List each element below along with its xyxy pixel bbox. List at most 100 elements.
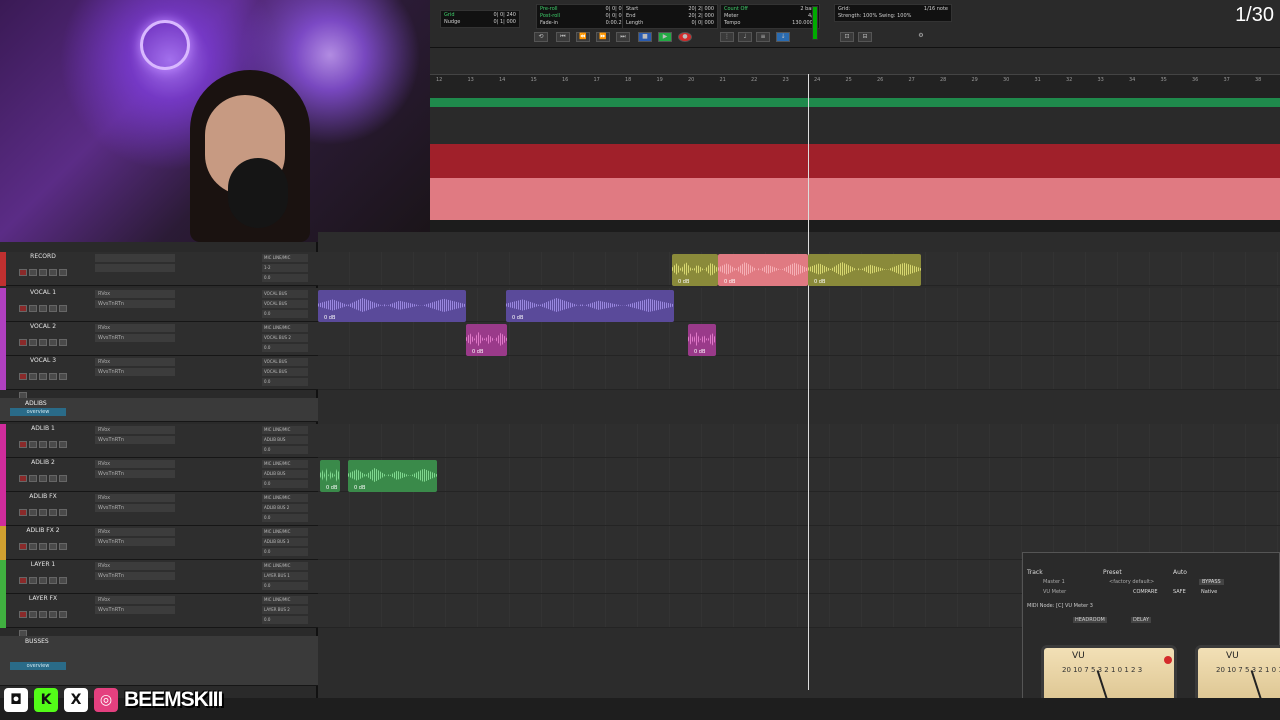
track-buttons[interactable] [18,536,76,569]
output-selector[interactable]: VOCAL BUS [262,368,308,376]
track-buttons[interactable] [18,604,76,637]
io-section[interactable]: MIC LINE/MIC ADLIB BUS 0.0 [262,426,308,454]
track-lane[interactable] [318,356,1280,390]
volume-value[interactable]: 0.0 [262,310,308,318]
audio-clip[interactable]: 0 dB [506,290,674,322]
insert-slot[interactable]: RVox [95,290,175,298]
playlist-button[interactable] [59,509,67,516]
input-monitor-button[interactable] [29,339,37,346]
track-name[interactable]: LAYER FX [18,595,68,602]
insert-slot[interactable]: RVox [95,460,175,468]
volume-value[interactable]: 0.0 [262,378,308,386]
headroom-field[interactable]: HEADROOM [1073,617,1107,623]
insert-slot[interactable]: WvsTnRTn [95,436,175,444]
audio-clip[interactable]: 0 dB [348,460,437,492]
input-monitor-button[interactable] [29,269,37,276]
volume-value[interactable]: 0.0 [262,344,308,352]
record-arm-button[interactable] [19,339,27,346]
input-selector[interactable]: MIC LINE/MIC [262,562,308,570]
mute-button[interactable] [49,475,57,482]
inserts[interactable]: RVox WvsTnRTn [95,562,175,590]
track-header[interactable]: LAYER 1 RVox WvsTnRTn MIC LINE/MIC LAYER BUS… [0,560,318,603]
mute-button[interactable] [49,543,57,550]
io-section[interactable]: MIC LINE/MIC ADLIB BUS 3 0.0 [262,528,308,556]
volume-value[interactable]: 0.0 [262,274,308,282]
grid-settings-box[interactable]: Grid: 1/16 note Strength: 100% Swing: 10… [834,4,952,22]
selection-box[interactable]: Start 20| 2| 000 End 20| 2| 000 Length 0… [622,4,718,29]
click-icon[interactable]: ♩ [738,32,752,42]
solo-button[interactable] [39,373,47,380]
record-arm-button[interactable] [19,441,27,448]
io-section[interactable]: MIC LINE/MIC ADLIB BUS 2 0.0 [262,494,308,522]
track-buttons[interactable] [18,468,76,501]
insert-slot[interactable]: WvsTnRTn [95,504,175,512]
rewind-icon[interactable]: ⏪ [576,32,590,42]
playlist-button[interactable] [59,339,67,346]
track-name[interactable]: VOCAL 3 [18,357,68,364]
inserts[interactable]: RVox WvsTnRTn [95,494,175,522]
track-buttons[interactable] [18,332,76,365]
record-arm-button[interactable] [19,305,27,312]
input-monitor-button[interactable] [29,475,37,482]
insert-slot[interactable]: WvsTnRTn [95,606,175,614]
audio-clip[interactable]: 0 dB [808,254,921,286]
record-arm-button[interactable] [19,577,27,584]
mute-button[interactable] [49,577,57,584]
record-arm-button[interactable] [19,475,27,482]
track-header[interactable]: ADLIB FX 2 RVox WvsTnRTn MIC LINE/MIC ADLIB … [0,526,318,569]
track-header[interactable]: VOCAL 1 RVox WvsTnRTn VOCAL BUS VOCAL BUS 0.0 [0,288,318,331]
track-buttons[interactable] [18,298,76,331]
playlist-button[interactable] [59,611,67,618]
input-selector[interactable]: MIC LINE/MIC [262,426,308,434]
insert-slot[interactable]: RVox [95,528,175,536]
folder-busses[interactable]: BUSSES overview [0,636,318,686]
folder-overview[interactable]: overview [10,662,66,670]
playhead[interactable] [808,74,809,690]
io-section[interactable]: MIC LINE/MIC LAYER BUS 1 0.0 [262,562,308,590]
zoom-toggle-icon[interactable]: ⊡ [840,32,854,42]
track-lane[interactable] [318,458,1280,492]
playlist-button[interactable] [59,475,67,482]
track-name[interactable]: ADLIB FX 2 [18,527,68,534]
track-buttons[interactable] [18,502,76,535]
playlist-button[interactable] [59,269,67,276]
compare-button[interactable]: COMPARE [1133,589,1158,595]
insert-slot[interactable]: WvsTnRTn [95,470,175,478]
insert-slot[interactable]: WvsTnRTn [95,572,175,580]
input-selector[interactable]: MIC LINE/MIC [262,528,308,536]
input-selector[interactable]: MIC LINE/MIC [262,596,308,604]
track-header[interactable]: ADLIB 1 RVox WvsTnRTn MIC LINE/MIC ADLIB BUS… [0,424,318,467]
record-arm-button[interactable] [19,611,27,618]
audio-clip[interactable]: 0 dB [318,290,466,322]
track-buttons[interactable] [18,570,76,603]
plugin-name[interactable]: VU Meter [1043,589,1066,595]
playlist-button[interactable] [59,543,67,550]
insert-slot[interactable] [95,254,175,262]
solo-button[interactable] [39,509,47,516]
playlist-button[interactable] [59,305,67,312]
folder-overview[interactable]: overview [10,408,66,416]
input-selector[interactable]: MIC LINE/MIC [262,460,308,468]
insert-slot[interactable]: RVox [95,494,175,502]
track-lane[interactable] [318,322,1280,356]
insert-slot[interactable]: WvsTnRTn [95,300,175,308]
mute-button[interactable] [49,611,57,618]
bars-ruler[interactable]: 12 13 14 15 16 17 18 19 20 21 22 23 24 25 26 27 28 29 30 31… [430,74,1280,98]
insert-slot[interactable]: RVox [95,324,175,332]
delay-field[interactable]: DELAY [1131,617,1151,623]
input-monitor-button[interactable] [29,611,37,618]
audio-clip-selected[interactable]: 0 dB [718,254,808,286]
solo-button[interactable] [39,543,47,550]
io-section[interactable]: MIC LINE/MIC VOCAL BUS 2 0.0 [262,324,308,352]
inserts[interactable]: RVox WvsTnRTn [95,596,175,624]
io-section[interactable]: MIC LINE/MIC ADLIB BUS 0.0 [262,460,308,488]
volume-value[interactable]: 0.0 [262,480,308,488]
volume-value[interactable]: 0.0 [262,514,308,522]
track-name[interactable]: VOCAL 1 [18,289,68,296]
solo-button[interactable] [39,475,47,482]
track-name[interactable]: ADLIB FX [18,493,68,500]
solo-button[interactable] [39,441,47,448]
mute-button[interactable] [49,305,57,312]
marker-lane[interactable] [430,98,1280,107]
inserts[interactable]: RVox WvsTnRTn [95,358,175,386]
